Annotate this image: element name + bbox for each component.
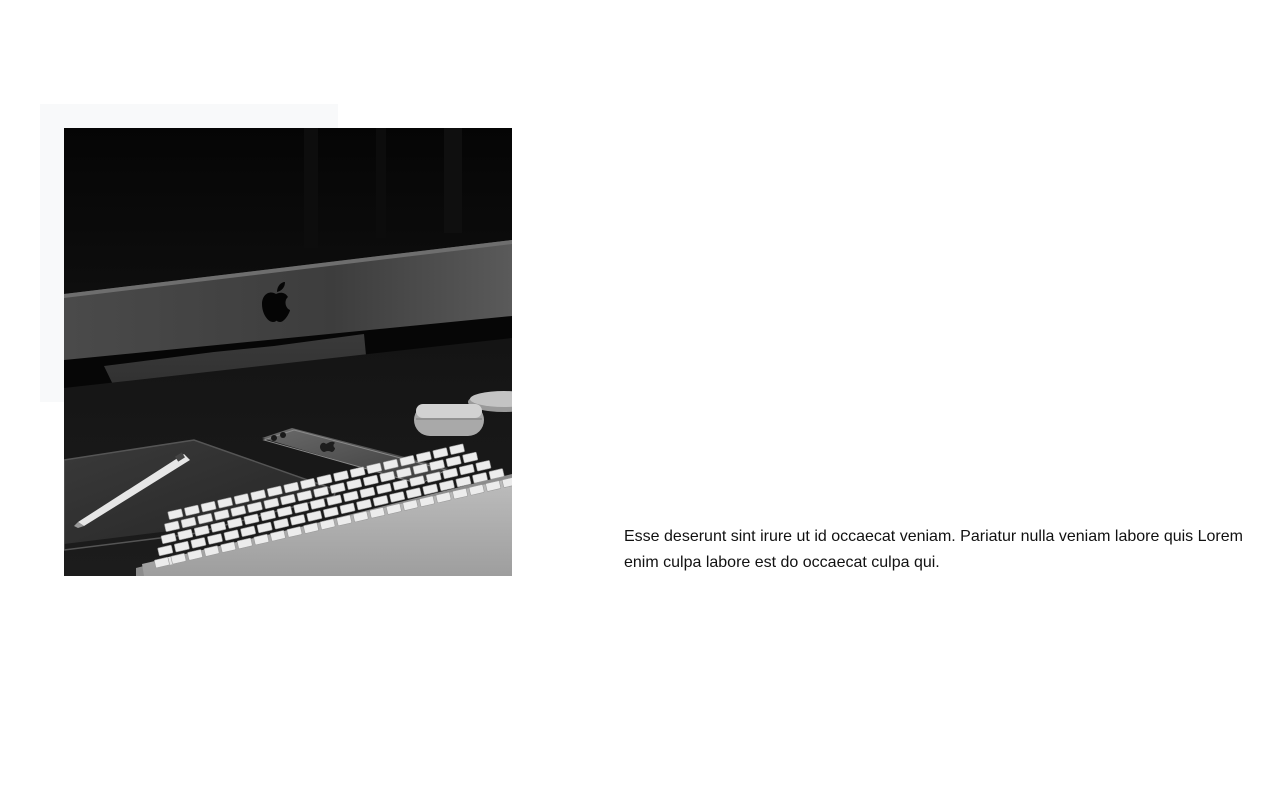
workspace-photo [64,128,512,576]
workspace-illustration [64,128,512,576]
hero-section: Esse deserunt sint irure ut id occaecat … [0,0,1280,800]
body-text: Esse deserunt sint irure ut id occaecat … [624,528,1243,571]
